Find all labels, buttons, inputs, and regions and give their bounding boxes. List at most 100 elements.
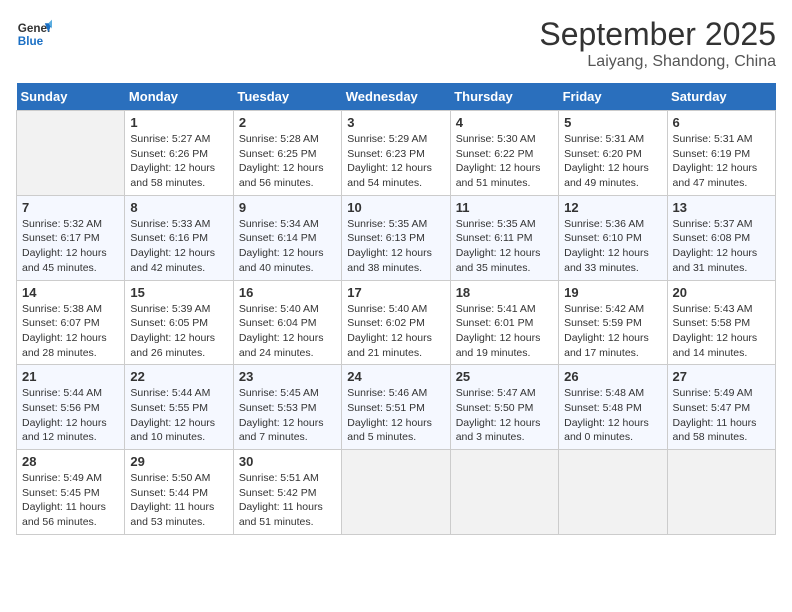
day-number: 21 (22, 369, 119, 384)
page-header: General Blue September 2025 Laiyang, Sha… (16, 16, 776, 71)
day-info: Sunrise: 5:37 AM Sunset: 6:08 PM Dayligh… (673, 217, 770, 276)
weekday-header: Wednesday (342, 83, 450, 111)
month-title: September 2025 (539, 16, 776, 53)
day-number: 27 (673, 369, 770, 384)
day-info: Sunrise: 5:42 AM Sunset: 5:59 PM Dayligh… (564, 302, 661, 361)
day-number: 8 (130, 200, 227, 215)
day-number: 18 (456, 285, 553, 300)
day-info: Sunrise: 5:27 AM Sunset: 6:26 PM Dayligh… (130, 132, 227, 191)
weekday-header: Monday (125, 83, 233, 111)
day-number: 7 (22, 200, 119, 215)
calendar-week-row: 28 Sunrise: 5:49 AM Sunset: 5:45 PM Dayli… (17, 450, 776, 535)
day-info: Sunrise: 5:40 AM Sunset: 6:02 PM Dayligh… (347, 302, 444, 361)
day-number: 29 (130, 454, 227, 469)
day-number: 10 (347, 200, 444, 215)
day-number: 19 (564, 285, 661, 300)
calendar-day-cell: 1 Sunrise: 5:27 AM Sunset: 6:26 PM Daylig… (125, 111, 233, 196)
day-number: 17 (347, 285, 444, 300)
day-number: 14 (22, 285, 119, 300)
calendar-day-cell (667, 450, 775, 535)
day-info: Sunrise: 5:31 AM Sunset: 6:19 PM Dayligh… (673, 132, 770, 191)
day-number: 13 (673, 200, 770, 215)
day-number: 28 (22, 454, 119, 469)
calendar-day-cell (450, 450, 558, 535)
calendar-day-cell: 3 Sunrise: 5:29 AM Sunset: 6:23 PM Daylig… (342, 111, 450, 196)
day-number: 1 (130, 115, 227, 130)
calendar-day-cell: 8Sunrise: 5:33 AM Sunset: 6:16 PM Daylig… (125, 195, 233, 280)
logo: General Blue (16, 16, 52, 52)
day-info: Sunrise: 5:41 AM Sunset: 6:01 PM Dayligh… (456, 302, 553, 361)
day-number: 4 (456, 115, 553, 130)
day-info: Sunrise: 5:31 AM Sunset: 6:20 PM Dayligh… (564, 132, 661, 191)
day-number: 22 (130, 369, 227, 384)
calendar-day-cell: 7 Sunrise: 5:32 AM Sunset: 6:17 PM Daylig… (17, 195, 125, 280)
day-info: Sunrise: 5:51 AM Sunset: 5:42 PM Dayligh… (239, 471, 336, 530)
day-number: 30 (239, 454, 336, 469)
weekday-header: Thursday (450, 83, 558, 111)
day-number: 5 (564, 115, 661, 130)
calendar-day-cell: 10 Sunrise: 5:35 AM Sunset: 6:13 PM Dayli… (342, 195, 450, 280)
day-info: Sunrise: 5:28 AM Sunset: 6:25 PM Dayligh… (239, 132, 336, 191)
calendar-day-cell: 13 Sunrise: 5:37 AM Sunset: 6:08 PM Dayli… (667, 195, 775, 280)
day-number: 9 (239, 200, 336, 215)
calendar-day-cell: 5 Sunrise: 5:31 AM Sunset: 6:20 PM Daylig… (559, 111, 667, 196)
calendar-day-cell: 21 Sunrise: 5:44 AM Sunset: 5:56 PM Dayli… (17, 365, 125, 450)
calendar-day-cell: 19 Sunrise: 5:42 AM Sunset: 5:59 PM Dayli… (559, 280, 667, 365)
calendar-day-cell: 23 Sunrise: 5:45 AM Sunset: 5:53 PM Dayli… (233, 365, 341, 450)
calendar-day-cell: 16 Sunrise: 5:40 AM Sunset: 6:04 PM Dayli… (233, 280, 341, 365)
day-info: Sunrise: 5:35 AM Sunset: 6:11 PM Dayligh… (456, 217, 553, 276)
calendar-day-cell: 15Sunrise: 5:39 AM Sunset: 6:05 PM Dayli… (125, 280, 233, 365)
logo-icon: General Blue (16, 16, 52, 52)
day-info: Sunrise: 5:40 AM Sunset: 6:04 PM Dayligh… (239, 302, 336, 361)
calendar-day-cell (559, 450, 667, 535)
calendar-table: SundayMondayTuesdayWednesdayThursdayFrid… (16, 83, 776, 535)
day-info: Sunrise: 5:39 AM Sunset: 6:05 PM Dayligh… (130, 302, 227, 361)
day-info: Sunrise: 5:32 AM Sunset: 6:17 PM Dayligh… (22, 217, 119, 276)
day-info: Sunrise: 5:29 AM Sunset: 6:23 PM Dayligh… (347, 132, 444, 191)
calendar-day-cell: 20Sunrise: 5:43 AM Sunset: 5:58 PM Dayli… (667, 280, 775, 365)
day-info: Sunrise: 5:30 AM Sunset: 6:22 PM Dayligh… (456, 132, 553, 191)
day-info: Sunrise: 5:49 AM Sunset: 5:45 PM Dayligh… (22, 471, 119, 530)
day-info: Sunrise: 5:47 AM Sunset: 5:50 PM Dayligh… (456, 386, 553, 445)
calendar-day-cell: 18 Sunrise: 5:41 AM Sunset: 6:01 PM Dayli… (450, 280, 558, 365)
calendar-week-row: 21 Sunrise: 5:44 AM Sunset: 5:56 PM Dayli… (17, 365, 776, 450)
weekday-header-row: SundayMondayTuesdayWednesdayThursdayFrid… (17, 83, 776, 111)
day-info: Sunrise: 5:34 AM Sunset: 6:14 PM Dayligh… (239, 217, 336, 276)
calendar-week-row: 7 Sunrise: 5:32 AM Sunset: 6:17 PM Daylig… (17, 195, 776, 280)
day-number: 16 (239, 285, 336, 300)
day-number: 12 (564, 200, 661, 215)
calendar-day-cell: 24 Sunrise: 5:46 AM Sunset: 5:51 PM Dayli… (342, 365, 450, 450)
day-number: 3 (347, 115, 444, 130)
day-number: 6 (673, 115, 770, 130)
calendar-week-row: 1 Sunrise: 5:27 AM Sunset: 6:26 PM Daylig… (17, 111, 776, 196)
weekday-header: Tuesday (233, 83, 341, 111)
day-info: Sunrise: 5:44 AM Sunset: 5:56 PM Dayligh… (22, 386, 119, 445)
calendar-day-cell: 12Sunrise: 5:36 AM Sunset: 6:10 PM Dayli… (559, 195, 667, 280)
day-info: Sunrise: 5:49 AM Sunset: 5:47 PM Dayligh… (673, 386, 770, 445)
svg-text:Blue: Blue (18, 35, 44, 48)
calendar-day-cell: 2Sunrise: 5:28 AM Sunset: 6:25 PM Daylig… (233, 111, 341, 196)
calendar-day-cell (342, 450, 450, 535)
calendar-day-cell: 11Sunrise: 5:35 AM Sunset: 6:11 PM Dayli… (450, 195, 558, 280)
day-info: Sunrise: 5:43 AM Sunset: 5:58 PM Dayligh… (673, 302, 770, 361)
day-number: 24 (347, 369, 444, 384)
calendar-day-cell: 26Sunrise: 5:48 AM Sunset: 5:48 PM Dayli… (559, 365, 667, 450)
calendar-day-cell: 29 Sunrise: 5:50 AM Sunset: 5:44 PM Dayli… (125, 450, 233, 535)
calendar-day-cell: 4 Sunrise: 5:30 AM Sunset: 6:22 PM Daylig… (450, 111, 558, 196)
calendar-day-cell: 9 Sunrise: 5:34 AM Sunset: 6:14 PM Daylig… (233, 195, 341, 280)
location-subtitle: Laiyang, Shandong, China (539, 53, 776, 71)
day-info: Sunrise: 5:46 AM Sunset: 5:51 PM Dayligh… (347, 386, 444, 445)
calendar-day-cell: 6 Sunrise: 5:31 AM Sunset: 6:19 PM Daylig… (667, 111, 775, 196)
calendar-day-cell (17, 111, 125, 196)
calendar-day-cell: 22 Sunrise: 5:44 AM Sunset: 5:55 PM Dayli… (125, 365, 233, 450)
day-info: Sunrise: 5:38 AM Sunset: 6:07 PM Dayligh… (22, 302, 119, 361)
day-info: Sunrise: 5:35 AM Sunset: 6:13 PM Dayligh… (347, 217, 444, 276)
weekday-header: Saturday (667, 83, 775, 111)
day-info: Sunrise: 5:45 AM Sunset: 5:53 PM Dayligh… (239, 386, 336, 445)
day-info: Sunrise: 5:44 AM Sunset: 5:55 PM Dayligh… (130, 386, 227, 445)
day-number: 25 (456, 369, 553, 384)
day-number: 23 (239, 369, 336, 384)
calendar-day-cell: 27 Sunrise: 5:49 AM Sunset: 5:47 PM Dayli… (667, 365, 775, 450)
calendar-week-row: 14 Sunrise: 5:38 AM Sunset: 6:07 PM Dayli… (17, 280, 776, 365)
day-info: Sunrise: 5:50 AM Sunset: 5:44 PM Dayligh… (130, 471, 227, 530)
